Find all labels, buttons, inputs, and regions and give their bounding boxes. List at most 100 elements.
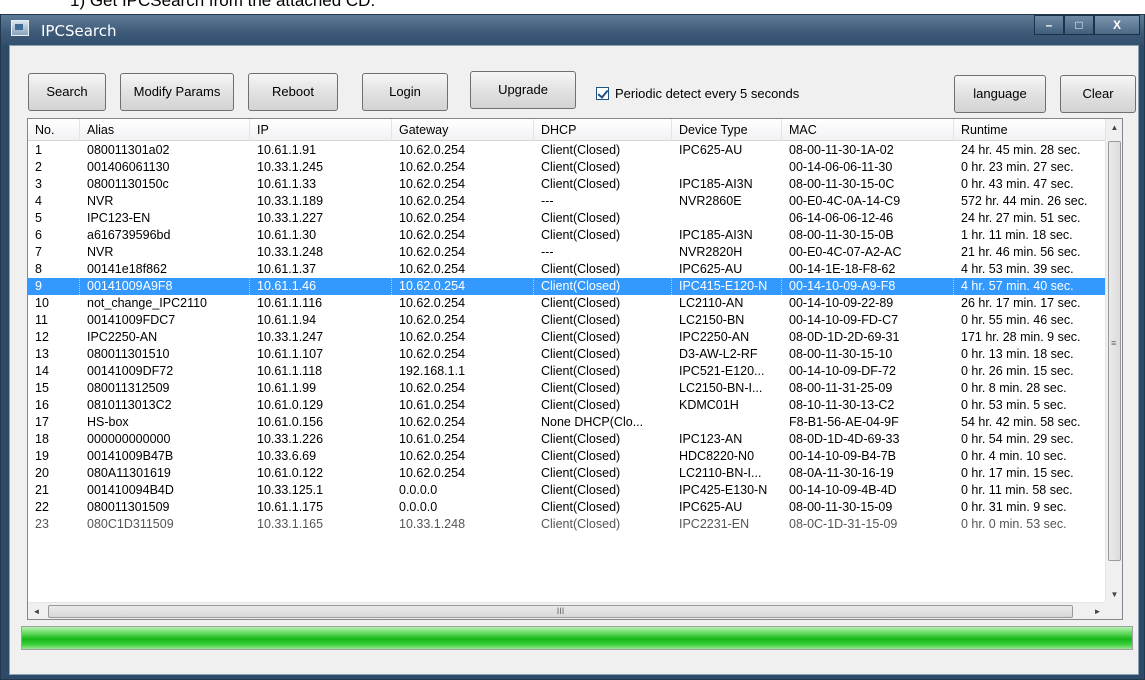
window-title: IPCSearch bbox=[41, 22, 117, 40]
table-cell: 0 hr. 11 min. 58 sec. bbox=[961, 483, 1073, 497]
scroll-down-icon[interactable]: ▼ bbox=[1106, 586, 1122, 603]
table-cell: 17 bbox=[35, 415, 49, 429]
table-cell: 10.33.125.1 bbox=[257, 483, 324, 497]
scroll-left-icon[interactable]: ◄ bbox=[28, 603, 45, 619]
table-cell: 10.61.1.30 bbox=[257, 228, 317, 242]
table-cell: None DHCP(Clo... bbox=[541, 415, 644, 429]
table-row[interactable]: 18 000000000000 10.33.1.226 10.61.0.254 Clie… bbox=[28, 431, 1106, 448]
table-cell: 10.62.0.254 bbox=[399, 211, 466, 225]
table-row[interactable]: 21 001410094B4D 10.33.125.1 0.0.0.0 Client(C… bbox=[28, 482, 1106, 499]
table-cell: 26 hr. 17 min. 17 sec. bbox=[961, 296, 1081, 310]
column-header[interactable]: Device Type bbox=[672, 119, 782, 141]
table-row[interactable]: 16 0810113013C2 10.61.0.129 10.61.0.254 Clie… bbox=[28, 397, 1106, 414]
table-row[interactable]: 15 080011312509 10.61.1.99 10.62.0.254 Clien… bbox=[28, 380, 1106, 397]
vertical-scroll-thumb[interactable]: ≡ bbox=[1108, 141, 1121, 561]
table-cell: 20 bbox=[35, 466, 49, 480]
table-cell: Client(Closed) bbox=[541, 381, 621, 395]
table-cell: 54 hr. 42 min. 58 sec. bbox=[961, 415, 1081, 429]
table-row[interactable]: 2 001406061130 10.33.1.245 10.62.0.254 Clien… bbox=[28, 159, 1106, 176]
upgrade-button[interactable]: Upgrade bbox=[470, 71, 576, 109]
table-cell: Client(Closed) bbox=[541, 160, 621, 174]
table-cell: 24 hr. 27 min. 51 sec. bbox=[961, 211, 1081, 225]
table-row[interactable]: 23 080C1D311509 10.33.1.165 10.33.1.248 Clie… bbox=[28, 516, 1106, 533]
column-header[interactable]: No. bbox=[28, 119, 80, 141]
horizontal-scrollbar[interactable]: ◄ III ► bbox=[28, 602, 1106, 619]
table-cell: LC2110-AN bbox=[679, 296, 744, 310]
table-row[interactable]: 22 080011301509 10.61.1.175 0.0.0.0 Client(C… bbox=[28, 499, 1106, 516]
table-row[interactable]: 5 IPC123-EN 10.33.1.227 10.62.0.254 Client(C… bbox=[28, 210, 1106, 227]
table-cell: Client(Closed) bbox=[541, 330, 621, 344]
table-cell: Client(Closed) bbox=[541, 398, 621, 412]
table-cell: 08-00-11-30-1A-02 bbox=[789, 143, 894, 157]
table-row[interactable]: 8 00141e18f862 10.61.1.37 10.62.0.254 Client… bbox=[28, 261, 1106, 278]
table-cell: 080011301a02 bbox=[87, 143, 170, 157]
table-cell: 10.61.1.33 bbox=[257, 177, 317, 191]
table-row[interactable]: 14 00141009DF72 10.61.1.118 192.168.1.1 Clie… bbox=[28, 363, 1106, 380]
table-cell: 00-14-10-09-A9-F8 bbox=[782, 278, 954, 295]
search-button[interactable]: Search bbox=[28, 73, 106, 111]
table-cell: 00141e18f862 bbox=[87, 262, 167, 276]
table-row[interactable]: 19 00141009B47B 10.33.6.69 10.62.0.254 Clien… bbox=[28, 448, 1106, 465]
table-cell: IPC415-E120-N bbox=[672, 278, 782, 295]
checkmark-icon[interactable] bbox=[596, 86, 609, 100]
title-bar[interactable]: IPCSearch – □ X bbox=[1, 15, 1144, 45]
table-row[interactable]: 10 not_change_IPC2110 10.61.1.116 10.62.0.2… bbox=[28, 295, 1106, 312]
table-cell: 4 hr. 57 min. 40 sec. bbox=[954, 278, 1106, 295]
table-cell: 10 bbox=[35, 296, 49, 310]
table-cell: 2 bbox=[35, 160, 42, 174]
table-cell: 0 hr. 8 min. 28 sec. bbox=[961, 381, 1067, 395]
table-cell: 10.61.0.254 bbox=[399, 398, 466, 412]
table-row[interactable]: 20 080A11301619 10.61.0.122 10.62.0.254 Clie… bbox=[28, 465, 1106, 482]
table-row[interactable]: 7 NVR 10.33.1.248 10.62.0.254 --- NVR2820H 00-… bbox=[28, 244, 1106, 261]
table-row[interactable]: 11 00141009FDC7 10.61.1.94 10.62.0.254 Clien… bbox=[28, 312, 1106, 329]
table-cell: 10.62.0.254 bbox=[399, 296, 466, 310]
table-row[interactable]: 12 IPC2250-AN 10.33.1.247 10.62.0.254 Client… bbox=[28, 329, 1106, 346]
clear-button[interactable]: Clear bbox=[1060, 75, 1136, 113]
table-cell: 0 hr. 4 min. 10 sec. bbox=[961, 449, 1067, 463]
table-row[interactable]: 1 080011301a02 10.61.1.91 10.62.0.254 Client… bbox=[28, 142, 1106, 159]
close-button[interactable]: X bbox=[1094, 15, 1140, 35]
maximize-button[interactable]: □ bbox=[1064, 15, 1094, 35]
table-row[interactable]: 4 NVR 10.33.1.189 10.62.0.254 --- NVR2860E 00-… bbox=[28, 193, 1106, 210]
table-cell: IPC425-E130-N bbox=[679, 483, 768, 497]
table-cell: Client(Closed) bbox=[541, 177, 621, 191]
column-header[interactable]: Alias bbox=[80, 119, 250, 141]
scroll-up-icon[interactable]: ▲ bbox=[1106, 119, 1122, 136]
horizontal-scroll-thumb[interactable]: III bbox=[48, 605, 1073, 618]
table-cell: 08001130150c bbox=[87, 177, 169, 191]
device-list[interactable]: No. Alias IP Gateway DHCP Device Type MAC Runti… bbox=[27, 118, 1123, 620]
table-cell: 08-00-11-30-15-10 bbox=[789, 347, 893, 361]
table-cell: Client(Closed) bbox=[541, 347, 621, 361]
minimize-button[interactable]: – bbox=[1034, 15, 1064, 35]
table-cell: 0 hr. 26 min. 15 sec. bbox=[961, 364, 1074, 378]
table-row[interactable]: 3 08001130150c 10.61.1.33 10.62.0.254 Client… bbox=[28, 176, 1106, 193]
login-button[interactable]: Login bbox=[362, 73, 448, 111]
table-cell: 10.62.0.254 bbox=[399, 347, 466, 361]
column-header[interactable]: IP bbox=[250, 119, 392, 141]
language-button[interactable]: language bbox=[954, 75, 1046, 113]
table-row[interactable]: 9 00141009A9F8 10.61.1.46 10.62.0.254 Client… bbox=[28, 278, 1106, 295]
reboot-button[interactable]: Reboot bbox=[248, 73, 338, 111]
table-cell: 08-0C-1D-31-15-09 bbox=[789, 517, 898, 531]
periodic-detect-checkbox[interactable]: Periodic detect every 5 seconds bbox=[596, 83, 799, 103]
table-cell: 10.61.1.37 bbox=[257, 262, 317, 276]
table-cell: 10.62.0.254 bbox=[399, 143, 466, 157]
table-cell: NVR2860E bbox=[679, 194, 742, 208]
column-header[interactable]: Gateway bbox=[392, 119, 534, 141]
table-cell: Client(Closed) bbox=[541, 500, 621, 514]
table-cell: 10.61.1.99 bbox=[257, 381, 317, 395]
table-cell: 00-14-10-09-DF-72 bbox=[789, 364, 896, 378]
table-cell: 10.33.1.165 bbox=[257, 517, 324, 531]
vertical-scrollbar[interactable]: ▲ ≡ ▼ bbox=[1105, 119, 1122, 603]
column-header[interactable]: DHCP bbox=[534, 119, 672, 141]
table-cell: Client(Closed) bbox=[541, 262, 621, 276]
table-row[interactable]: 6 a616739596bd 10.61.1.30 10.62.0.254 Client… bbox=[28, 227, 1106, 244]
table-cell: IPC185-AI3N bbox=[679, 177, 753, 191]
table-row[interactable]: 13 080011301510 10.61.1.107 10.62.0.254 Clie… bbox=[28, 346, 1106, 363]
scroll-right-icon[interactable]: ► bbox=[1089, 603, 1106, 619]
table-row[interactable]: 17 HS-box 10.61.0.156 10.62.0.254 None DHCP(… bbox=[28, 414, 1106, 431]
column-header[interactable]: MAC bbox=[782, 119, 954, 141]
column-header[interactable]: Runtime bbox=[954, 119, 1106, 141]
table-cell: 10.33.1.247 bbox=[257, 330, 324, 344]
modify-params-button[interactable]: Modify Params bbox=[120, 73, 234, 111]
